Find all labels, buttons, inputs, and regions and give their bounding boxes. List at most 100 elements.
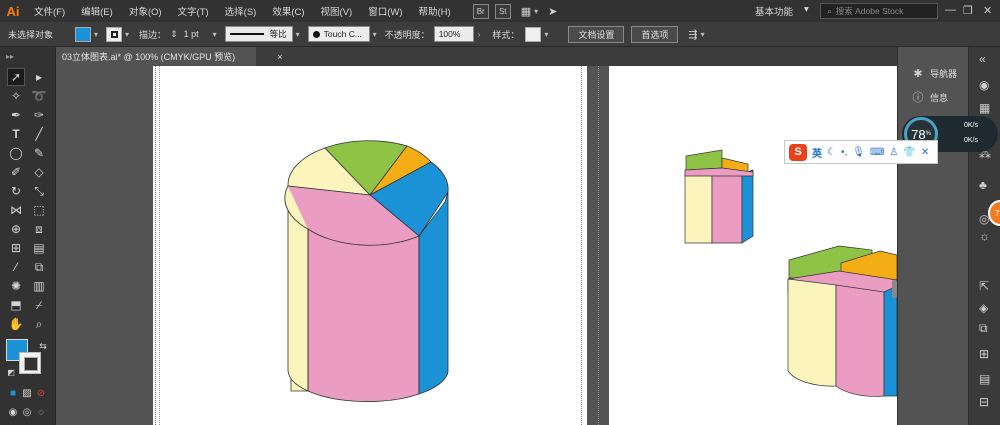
symbol-sprayer-icon[interactable]: ✺ — [7, 277, 25, 295]
shaper-icon[interactable]: ✐ — [7, 163, 25, 181]
user-icon[interactable]: ♙ — [889, 147, 898, 158]
transform-icon[interactable]: ⊞ — [979, 347, 989, 361]
chevron-down-icon[interactable]: ▾ — [373, 30, 377, 39]
menu-effect[interactable]: 效果(C) — [264, 4, 312, 18]
navigator-panel-tab[interactable]: ✱ 导航器 — [912, 67, 957, 80]
moon-icon[interactable]: ☾ — [827, 147, 836, 158]
menu-edit[interactable]: 编辑(E) — [73, 4, 121, 18]
direct-selection-icon[interactable]: ▸ — [30, 68, 48, 86]
stroke-profile-dropdown[interactable]: 等比 — [224, 26, 293, 42]
zoom-icon[interactable]: ⌕ — [30, 315, 48, 333]
none-mode-icon[interactable]: ⊘ — [32, 384, 50, 402]
column-graph-icon[interactable]: ▥ — [30, 277, 48, 295]
width-icon[interactable]: ⋈ — [7, 201, 25, 219]
panel-collapse-icon[interactable]: « — [979, 52, 986, 66]
gradient-icon[interactable]: ▤ — [30, 239, 48, 257]
menu-view[interactable]: 视图(V) — [313, 4, 361, 18]
style-swatch[interactable] — [525, 26, 542, 42]
minimize-icon[interactable]: — — [945, 4, 956, 16]
panel-grip-icon[interactable]: ▸▸ — [0, 47, 55, 66]
align-panel-icon[interactable]: ▤ — [979, 372, 990, 386]
chevron-down-icon[interactable]: ▾ — [544, 30, 548, 39]
scale-icon[interactable]: ⤡ — [30, 182, 48, 200]
align-icon[interactable]: ⇶ — [688, 28, 697, 41]
menu-help[interactable]: 帮助(H) — [411, 4, 459, 18]
color-icon[interactable]: ◉ — [979, 78, 989, 92]
mesh-icon[interactable]: ⊞ — [7, 239, 25, 257]
stock-search-input[interactable]: ⌕ 搜索 Adobe Stock — [820, 3, 938, 19]
perspective-icon[interactable]: ⧈ — [30, 220, 48, 238]
hand-icon[interactable]: ✋ — [7, 315, 25, 333]
chevron-right-icon[interactable]: › — [478, 30, 481, 39]
document-setup-button[interactable]: 文档设置 — [568, 25, 625, 43]
selection-tool-icon[interactable]: ➚ — [7, 68, 25, 86]
ime-toolbar[interactable]: S 英 ☾ •, 🎙 ⌨ ♙ 👕 ✕ — [784, 140, 938, 164]
menu-type[interactable]: 文字(T) — [170, 4, 217, 18]
shape-builder-icon[interactable]: ⊕ — [7, 220, 25, 238]
microphone-icon[interactable]: 🎙 — [852, 147, 865, 158]
draw-inside-icon[interactable]: ◌ — [32, 403, 50, 421]
artboard-icon[interactable]: ⬒ — [7, 296, 25, 314]
pathfinder-icon[interactable]: ⊟ — [979, 395, 989, 409]
line-icon[interactable]: ╱ — [30, 125, 48, 143]
maximize-icon[interactable]: ❐ — [963, 4, 973, 17]
pen-icon[interactable]: ✒ — [7, 106, 25, 124]
export-icon[interactable]: ⇱ — [979, 279, 989, 293]
ellipse-icon[interactable]: ◯ — [7, 144, 25, 162]
stepper-icon[interactable]: ⇕ — [170, 29, 178, 40]
preferences-button[interactable]: 首选项 — [631, 25, 679, 43]
canvas[interactable] — [56, 66, 897, 425]
arrange-documents-icon[interactable]: ▦ — [521, 5, 531, 18]
gradient-panel-icon[interactable]: ☼ — [979, 229, 990, 243]
menu-file[interactable]: 文件(F) — [26, 4, 73, 18]
menu-object[interactable]: 对象(O) — [121, 4, 170, 18]
keyboard-icon[interactable]: ⌨ — [870, 147, 884, 158]
curvature-icon[interactable]: ✑ — [30, 106, 48, 124]
slice-icon[interactable]: ⌿ — [30, 296, 48, 314]
bridge-button[interactable]: Br — [472, 3, 489, 19]
free-transform-icon[interactable]: ⬚ — [30, 201, 48, 219]
chevron-down-icon[interactable]: ▾ — [213, 30, 217, 39]
stroke-weight-field[interactable]: 1 pt — [184, 29, 199, 39]
paintbrush-icon[interactable]: ✎ — [30, 144, 48, 162]
chevron-down-icon[interactable]: ▾ — [804, 4, 809, 15]
punctuation-icon[interactable]: •, — [841, 147, 847, 158]
document-tab[interactable]: 03立体图表.ai* @ 100% (CMYK/GPU 预览) × — [56, 47, 282, 66]
artboards-icon[interactable]: ⧉ — [979, 321, 988, 336]
info-panel-tab[interactable]: ⓘ 信息 — [912, 89, 949, 105]
artboard-left[interactable] — [153, 66, 587, 425]
chevron-down-icon[interactable]: ▾ — [125, 30, 129, 39]
fill-color-swatch[interactable] — [75, 26, 92, 42]
default-colors-icon[interactable]: ◩ — [2, 363, 20, 381]
brush-dropdown[interactable]: Touch C... — [307, 26, 370, 42]
ime-mode-label[interactable]: 英 — [812, 145, 822, 160]
rotate-icon[interactable]: ↻ — [7, 182, 25, 200]
stock-button[interactable]: St — [494, 3, 511, 19]
chevron-down-icon[interactable]: ▾ — [534, 7, 538, 16]
shirt-icon[interactable]: 👕 — [903, 147, 915, 158]
magic-wand-icon[interactable]: ✧ — [7, 87, 25, 105]
lasso-icon[interactable]: ➰ — [30, 87, 48, 105]
workspace-switcher[interactable]: 基本功能 — [755, 4, 793, 18]
close-window-icon[interactable]: ✕ — [983, 4, 992, 17]
gpu-rocket-icon[interactable]: ➤ — [548, 5, 557, 18]
opacity-field[interactable]: 100% — [433, 26, 474, 42]
symbols-icon[interactable]: ♣ — [979, 178, 987, 192]
chevron-down-icon[interactable]: ▾ — [296, 30, 300, 39]
wrench-icon[interactable]: ✕ — [921, 147, 929, 158]
menu-window[interactable]: 窗口(W) — [360, 4, 410, 18]
chevron-down-icon[interactable]: ▾ — [701, 30, 705, 39]
blend-icon[interactable]: ⧉ — [30, 258, 48, 276]
chevron-down-icon[interactable]: ▾ — [94, 30, 98, 39]
menu-select[interactable]: 选择(S) — [217, 4, 265, 18]
artboard-right[interactable] — [598, 66, 897, 425]
eyedropper-icon[interactable]: ⁄ — [7, 258, 25, 276]
stroke-swatch[interactable] — [19, 352, 41, 374]
eraser-icon[interactable]: ◇ — [30, 163, 48, 181]
close-tab-icon[interactable]: × — [277, 52, 282, 62]
color-guide-icon[interactable]: ▦ — [979, 101, 990, 115]
type-icon[interactable]: T — [7, 125, 25, 143]
swap-colors-icon[interactable]: ⇆ — [34, 337, 52, 355]
stroke-color-swatch[interactable] — [106, 26, 123, 42]
layers-icon[interactable]: ◈ — [979, 301, 988, 315]
